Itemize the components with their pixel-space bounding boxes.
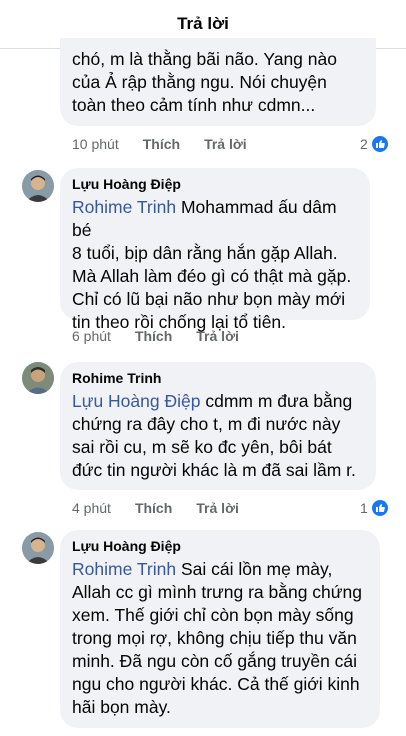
avatar[interactable] xyxy=(22,532,54,564)
comment-line: toàn theo cảm tính như cdmn... xyxy=(72,95,316,115)
comment-line: Chỉ có lũ bại não như bọn mày mới xyxy=(72,289,346,309)
comment-line: xem. Thế giới chỉ còn bọn mày sống xyxy=(72,605,354,625)
like-icon xyxy=(371,136,388,152)
comment-actions: 4 phút Thích Trả lời xyxy=(72,500,263,516)
comment-author[interactable]: Rohime Trinh xyxy=(72,370,364,386)
comment-line: minh. Đã ngu còn cố gắng truyền cái xyxy=(72,651,358,671)
comment-line: ngu cho người khác. Cả thế giới kinh xyxy=(72,674,360,694)
comment-line: của Ả rập thằng ngu. Nói chuyện xyxy=(72,72,327,92)
mention-link[interactable]: Lựu Hoàng Điệp xyxy=(72,391,200,411)
comment-bubble: Lựu Hoàng Điệp Rohime Trinh Sai cái lồn … xyxy=(60,530,380,728)
comment-text: Lựu Hoàng Điệp cdmm m đưa bằng chứng ra … xyxy=(72,390,364,482)
reply-button[interactable]: Trả lời xyxy=(196,500,239,516)
comment-text: Rohime Trinh Sai cái lồn mẹ mày, Allah c… xyxy=(72,558,368,719)
comment-line: chó, m là thằng bãi não. Yang nào xyxy=(72,49,337,69)
reaction-count: 1 xyxy=(360,500,368,516)
comment-text: Rohime Trinh Mohammad ấu dâm bé 8 tuổi, … xyxy=(72,196,358,334)
reaction-summary[interactable]: 1 xyxy=(360,500,388,516)
avatar[interactable] xyxy=(22,170,54,202)
comment-line: Allah cc gì mình trưng ra bằng chứng xyxy=(72,582,362,602)
comment-author[interactable]: Lựu Hoàng Điệp xyxy=(72,538,368,554)
avatar[interactable] xyxy=(22,362,54,394)
comment-bubble: Rohime Trinh Lựu Hoàng Điệp cdmm m đưa b… xyxy=(60,362,376,490)
comment-line: đức tin người khác là m đã sai lầm r. xyxy=(72,460,356,480)
comment-bubble: chó, m là thằng bãi não. Yang nào của Ả … xyxy=(60,38,376,126)
comment-time: 6 phút xyxy=(72,328,111,344)
like-icon xyxy=(371,500,388,516)
mention-link[interactable]: Rohime Trinh xyxy=(72,197,176,217)
comment-line: sai rồi cu, m sẽ ko đc yên, bôi bát xyxy=(72,437,332,457)
comment-line: Lựu Hoàng Điệp cdmm m đưa bằng xyxy=(72,391,353,411)
comment-line: chứng ra đây cho t, m đi nước này xyxy=(72,414,341,434)
comment-bubble: Lựu Hoàng Điệp Rohime Trinh Mohammad ấu … xyxy=(60,168,370,332)
reaction-count: 2 xyxy=(360,136,368,152)
mention-link[interactable]: Rohime Trinh xyxy=(72,559,176,579)
page-title: Trả lời xyxy=(177,14,229,33)
comment-author[interactable]: Lựu Hoàng Điệp xyxy=(72,176,358,192)
comment-line: Rohime Trinh Mohammad ấu dâm bé xyxy=(72,197,337,240)
comment-text: chó, m là thằng bãi não. Yang nào của Ả … xyxy=(72,48,364,117)
reply-button[interactable]: Trả lời xyxy=(196,328,239,344)
comment-actions: 6 phút Thích Trả lời xyxy=(72,328,263,344)
reply-button[interactable]: Trả lời xyxy=(204,136,247,152)
like-button[interactable]: Thích xyxy=(135,500,172,516)
like-button[interactable]: Thích xyxy=(135,328,172,344)
comment-time: 10 phút xyxy=(72,136,119,152)
comment-line: hãi bọn mày. xyxy=(72,697,171,717)
comment-line: trong mọi rợ, không chịu tiếp thu văn xyxy=(72,628,357,648)
comment-line: Mà Allah làm đéo gì có thật mà gặp. xyxy=(72,266,352,286)
comment-line: 8 tuổi, bịp dân rằng hắn gặp Allah. xyxy=(72,243,338,263)
comment-time: 4 phút xyxy=(72,500,111,516)
comment-line: Rohime Trinh Sai cái lồn mẹ mày, xyxy=(72,559,333,579)
reaction-summary[interactable]: 2 xyxy=(360,136,388,152)
comment-actions: 10 phút Thích Trả lời xyxy=(72,136,271,152)
like-button[interactable]: Thích xyxy=(143,136,180,152)
